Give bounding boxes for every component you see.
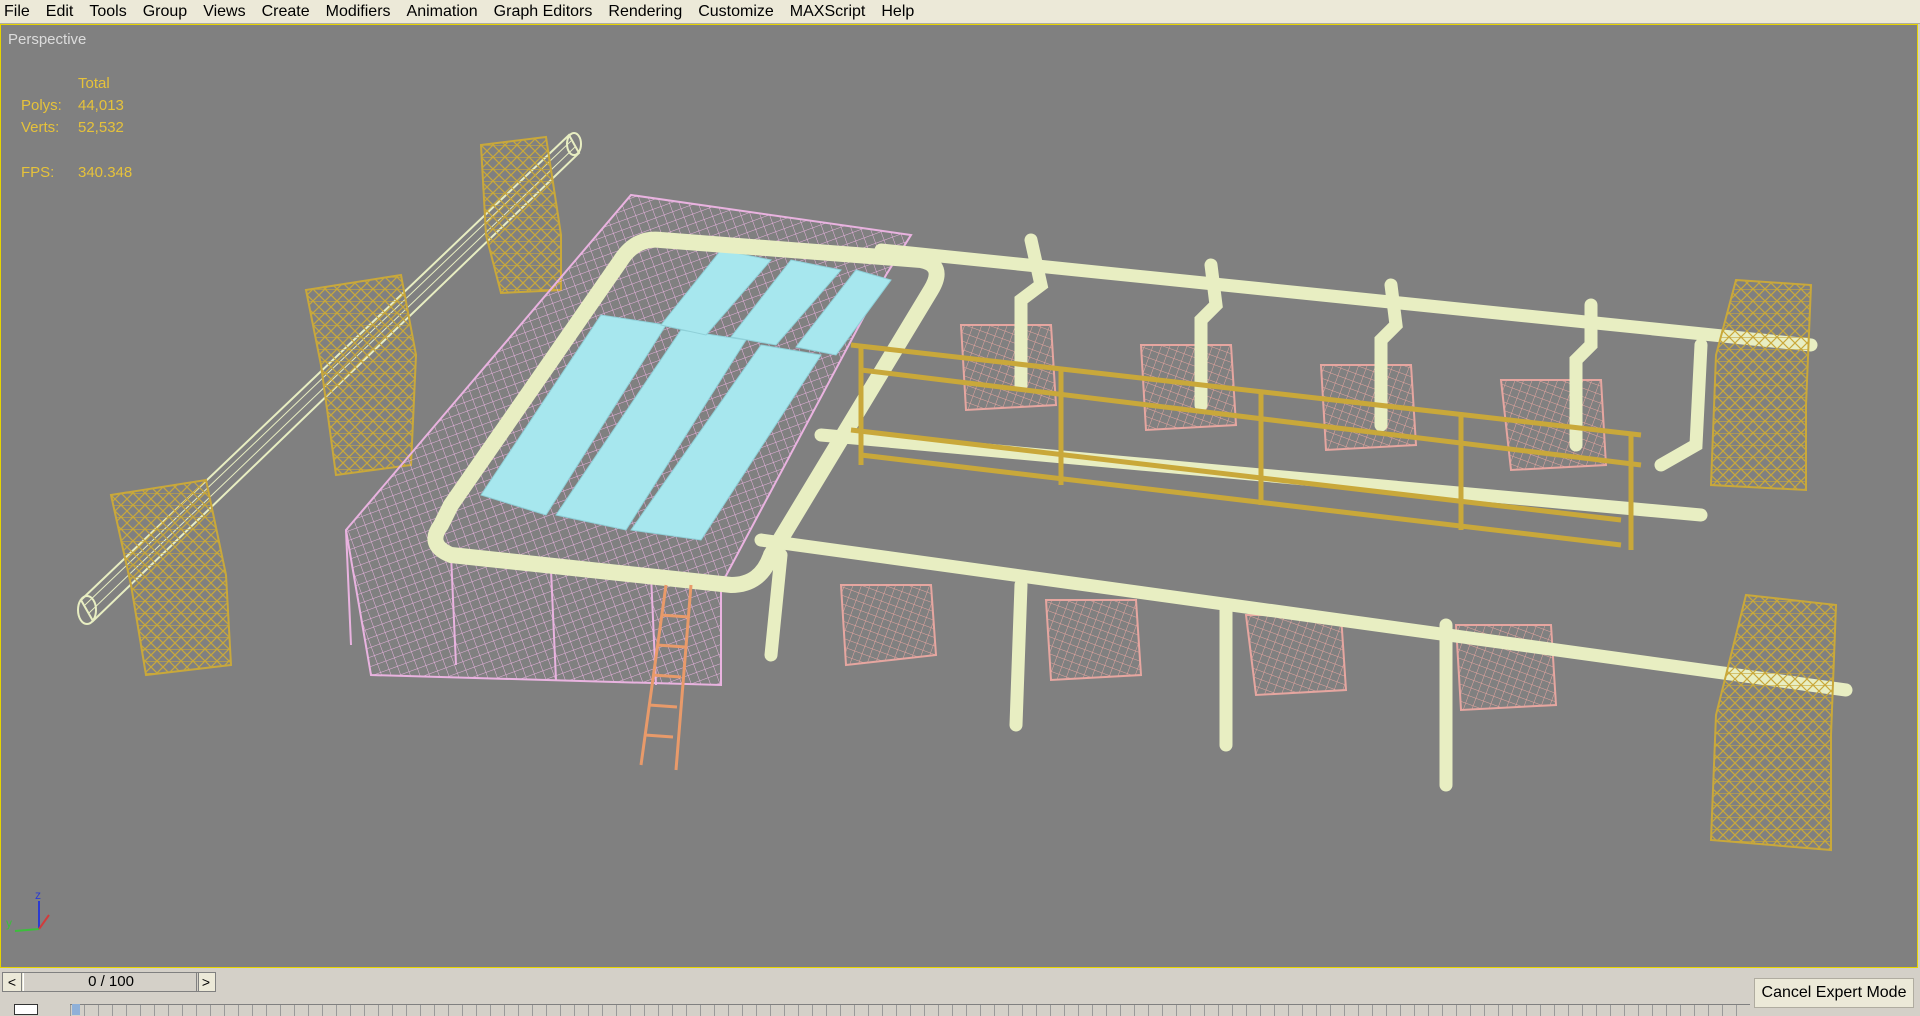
- cancel-expert-mode-button[interactable]: Cancel Expert Mode: [1754, 978, 1914, 1008]
- cream-main-pipes[interactable]: [754, 233, 1853, 792]
- verts-label: Verts:: [21, 119, 60, 136]
- menu-views[interactable]: Views: [195, 0, 253, 23]
- axis-z-label: z: [35, 888, 41, 902]
- menu-customize[interactable]: Customize: [690, 0, 782, 23]
- fps-value: 340.348: [78, 164, 133, 181]
- menu-bar: File Edit Tools Group Views Create Modif…: [0, 0, 1920, 24]
- viewport-label[interactable]: Perspective: [8, 31, 86, 48]
- menu-file[interactable]: File: [0, 0, 38, 23]
- menu-animation[interactable]: Animation: [399, 0, 486, 23]
- polys-label: Polys:: [21, 97, 62, 114]
- menu-rendering[interactable]: Rendering: [600, 0, 690, 23]
- previous-frame-button[interactable]: <: [3, 973, 22, 991]
- menu-edit[interactable]: Edit: [38, 0, 82, 23]
- time-slider[interactable]: < 0 / 100 >: [2, 972, 216, 992]
- key-filter-icon[interactable]: [14, 1004, 38, 1015]
- next-frame-button[interactable]: >: [196, 973, 215, 991]
- menu-maxscript[interactable]: MAXScript: [782, 0, 874, 23]
- timeline-bar: < 0 / 100 > Cancel Expert Mode: [0, 970, 1920, 1016]
- right-steel-towers[interactable]: [1709, 278, 1838, 852]
- current-frame-marker[interactable]: [72, 1004, 80, 1015]
- menu-group[interactable]: Group: [135, 0, 195, 23]
- polys-row: Polys: 44,013: [21, 97, 171, 115]
- fps-label: FPS:: [21, 164, 55, 181]
- wireframe-scene[interactable]: [1, 25, 1917, 967]
- verts-value: 52,532: [78, 119, 124, 136]
- menu-help[interactable]: Help: [873, 0, 922, 23]
- axis-y-label: y: [6, 916, 12, 930]
- menu-create[interactable]: Create: [254, 0, 318, 23]
- verts-row: Verts: 52,532: [21, 119, 171, 137]
- time-slider-thumb[interactable]: 0 / 100: [23, 973, 199, 991]
- menu-graph-editors[interactable]: Graph Editors: [486, 0, 601, 23]
- stats-header: Total: [78, 75, 110, 92]
- menu-tools[interactable]: Tools: [81, 0, 134, 23]
- axis-tripod-icon: z y: [6, 888, 50, 932]
- track-bar[interactable]: [70, 1004, 1750, 1016]
- menu-modifiers[interactable]: Modifiers: [318, 0, 399, 23]
- fps-row: FPS: 340.348: [21, 164, 171, 182]
- polys-value: 44,013: [78, 97, 124, 114]
- perspective-viewport[interactable]: Perspective Total Polys: 44,013 Verts: 5…: [0, 24, 1918, 968]
